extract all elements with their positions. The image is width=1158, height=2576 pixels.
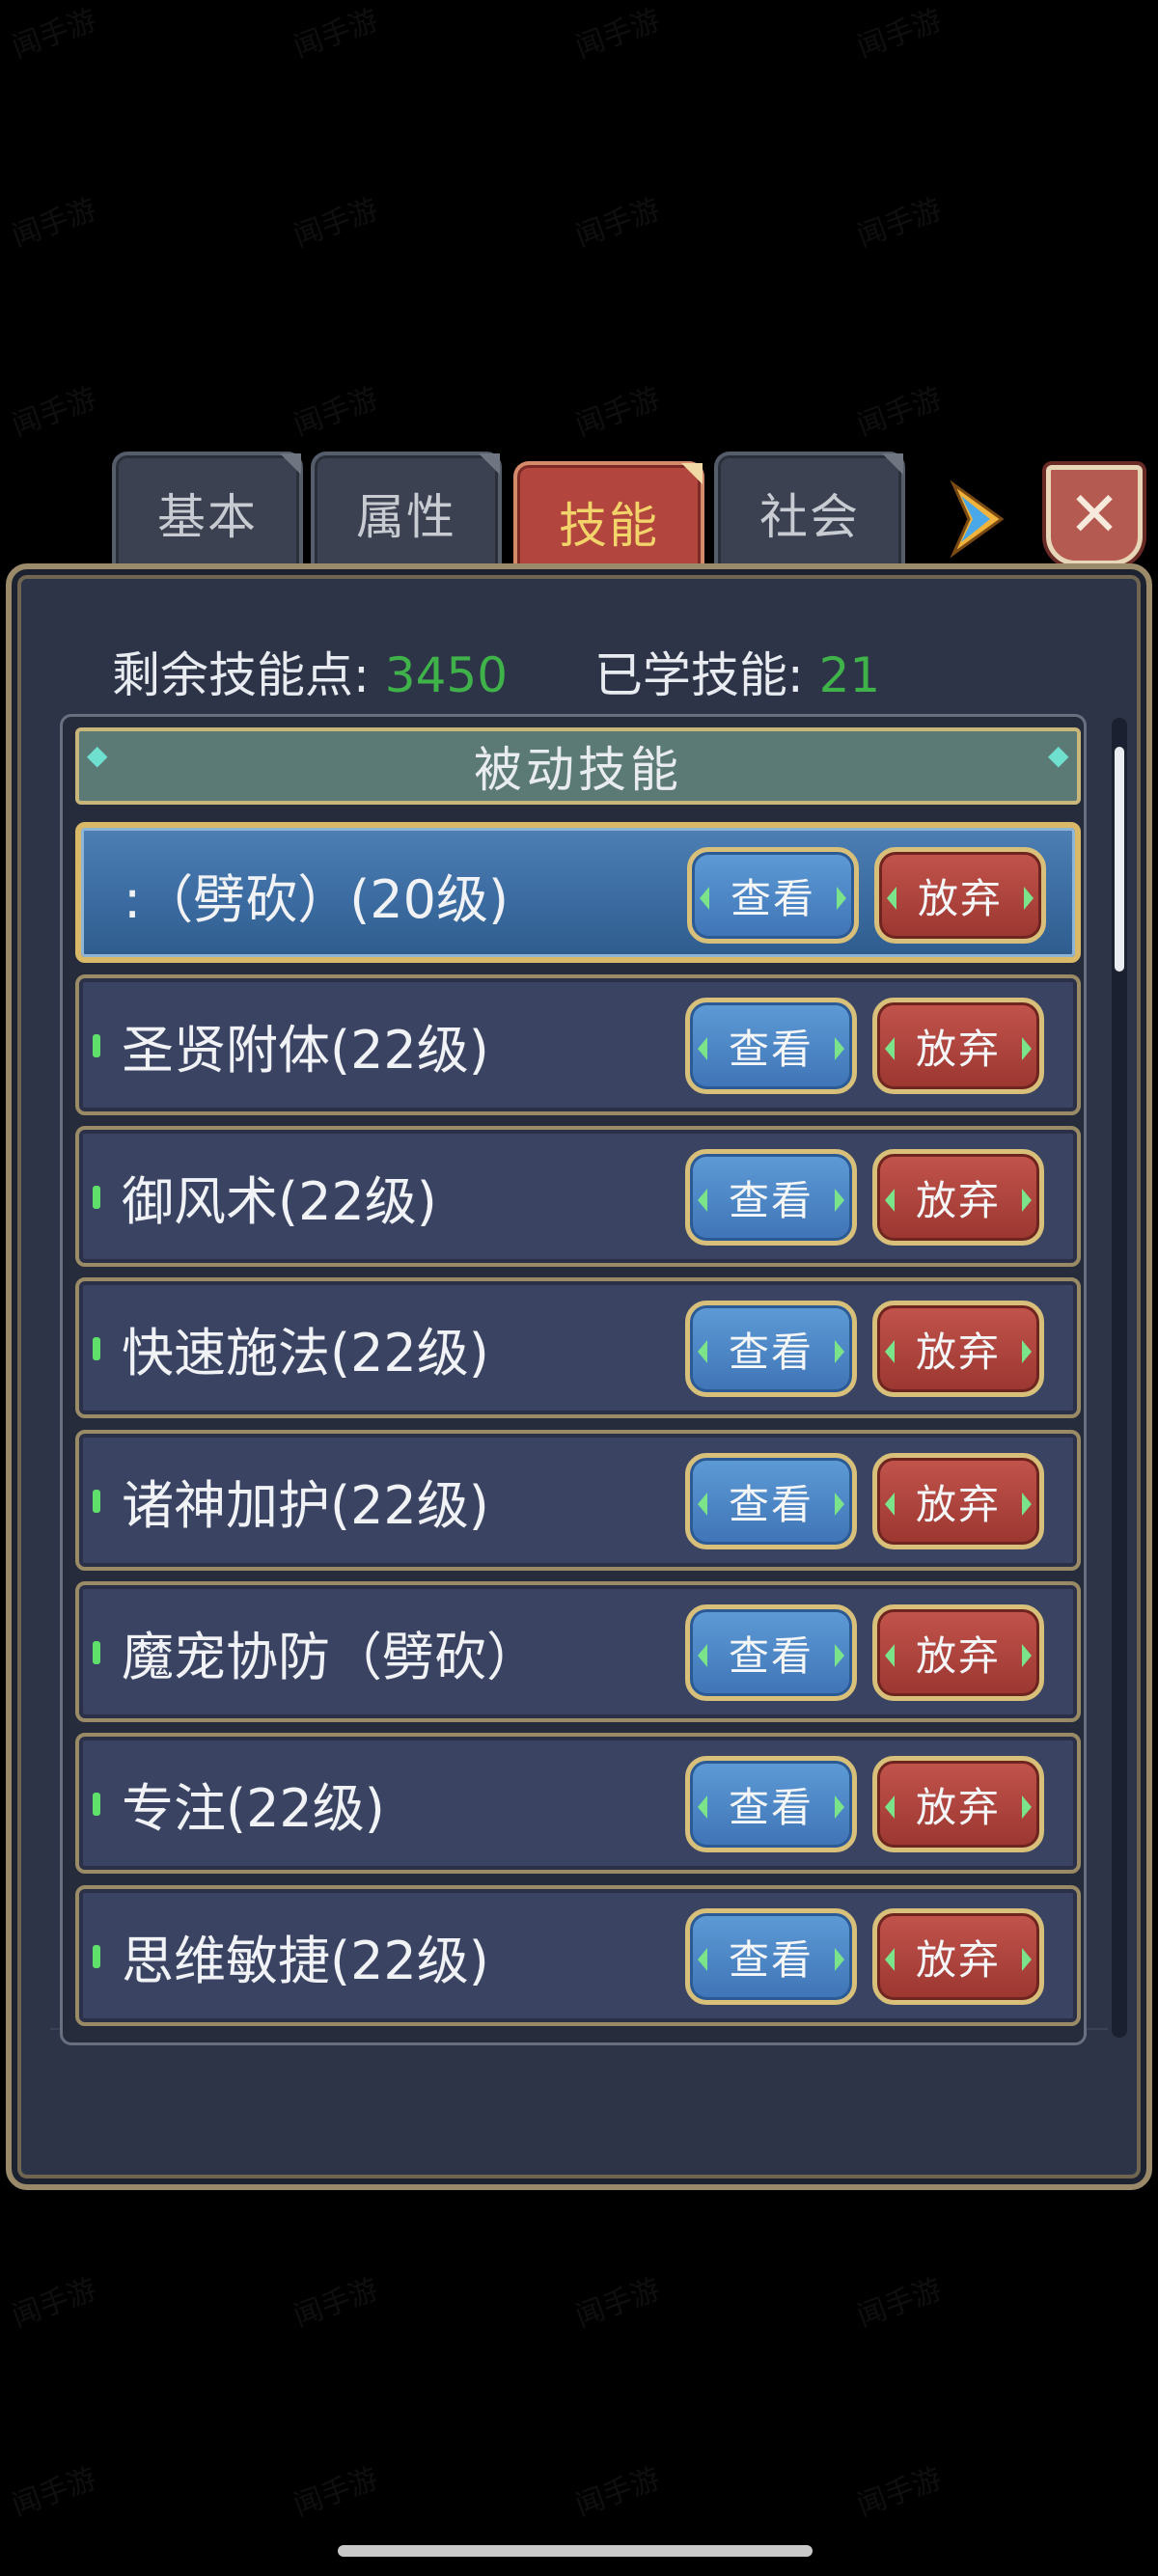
skill-row[interactable]: 快速施法(22级) 查看 放弃 (75, 1277, 1081, 1418)
view-button[interactable]: 查看 (685, 998, 857, 1094)
status-dot (93, 1337, 100, 1360)
tab-skills[interactable]: 技能 (513, 461, 704, 579)
watermark-text: 闻手游 (7, 2461, 101, 2524)
watermark-text: 闻手游 (570, 2272, 665, 2335)
skill-name: 圣贤附体(22级) (122, 1019, 489, 1081)
skill-name: 思维敏捷(22级) (122, 1930, 489, 1991)
ornament-icon: ◆ (87, 739, 112, 771)
skill-row[interactable]: :（劈砍）(20级) 查看 放弃 (75, 822, 1081, 963)
watermark-text: 闻手游 (852, 192, 947, 255)
close-button[interactable]: ✕ (1046, 465, 1143, 565)
watermark-text: 闻手游 (570, 381, 665, 444)
abandon-button-label: 放弃 (915, 1025, 1001, 1073)
skill-name: 专注(22级) (122, 1777, 385, 1839)
abandon-button[interactable]: 放弃 (872, 998, 1044, 1094)
watermark-text: 闻手游 (289, 3, 383, 66)
view-button[interactable]: 查看 (685, 1756, 857, 1852)
skill-name: 魔宠协防（劈砍） (122, 1626, 538, 1687)
view-button-label: 查看 (728, 1480, 813, 1528)
tab-attributes[interactable]: 属性 (311, 452, 502, 571)
view-button-label: 查看 (728, 1631, 813, 1680)
skill-name: 快速施法(22级) (122, 1322, 489, 1384)
watermark-text: 闻手游 (570, 2461, 665, 2524)
abandon-button-label: 放弃 (915, 1176, 1001, 1224)
arrow-right-icon[interactable] (948, 479, 1007, 560)
remaining-points-label: 剩余技能点: (112, 647, 370, 703)
watermark-text: 闻手游 (289, 2272, 383, 2335)
watermark-text: 闻手游 (852, 2461, 947, 2524)
watermark-text: 闻手游 (570, 3, 665, 66)
watermark-text: 闻手游 (289, 192, 383, 255)
view-button[interactable]: 查看 (685, 1453, 857, 1549)
skill-row[interactable]: 诸神加护(22级) 查看 放弃 (75, 1430, 1081, 1571)
view-button[interactable]: 查看 (685, 1908, 857, 2005)
view-button-label: 查看 (728, 1025, 813, 1073)
abandon-button-label: 放弃 (915, 1631, 1001, 1680)
skill-name: 诸神加护(22级) (122, 1474, 489, 1536)
skill-row[interactable]: 思维敏捷(22级) 查看 放弃 (75, 1885, 1081, 2026)
view-button-label: 查看 (728, 1328, 813, 1376)
skill-name: :（劈砍）(20级) (124, 868, 510, 930)
abandon-button-label: 放弃 (915, 1935, 1001, 1984)
abandon-button[interactable]: 放弃 (874, 847, 1046, 944)
skill-row[interactable]: 魔宠协防（劈砍） 查看 放弃 (75, 1581, 1081, 1722)
skill-row[interactable]: 专注(22级) 查看 放弃 (75, 1733, 1081, 1874)
skill-name: 御风术(22级) (122, 1170, 437, 1232)
close-icon: ✕ (1068, 480, 1120, 551)
abandon-button[interactable]: 放弃 (872, 1756, 1044, 1852)
remaining-points-value: 3450 (384, 647, 509, 703)
tab-social[interactable]: 社会 (714, 452, 905, 571)
watermark-text: 闻手游 (7, 381, 101, 444)
learned-skills-label: 已学技能: (593, 647, 804, 703)
abandon-button[interactable]: 放弃 (872, 1301, 1044, 1397)
skill-points-summary: 剩余技能点: 3450 已学技能: 21 (112, 637, 880, 706)
view-button-label: 查看 (728, 1176, 813, 1224)
home-indicator[interactable] (338, 2545, 813, 2557)
skill-row[interactable]: 圣贤附体(22级) 查看 放弃 (75, 974, 1081, 1115)
view-button[interactable]: 查看 (685, 1301, 857, 1397)
view-button[interactable]: 查看 (685, 1149, 857, 1246)
section-header-passive: ◆ 被动技能 ◆ (75, 727, 1081, 805)
status-dot (93, 1793, 100, 1816)
tab-basic[interactable]: 基本 (112, 452, 303, 571)
watermark-text: 闻手游 (852, 2272, 947, 2335)
abandon-button[interactable]: 放弃 (872, 1453, 1044, 1549)
tab-bar: 基本 属性 技能 社会 (112, 452, 980, 579)
status-dot (93, 1186, 100, 1209)
abandon-button[interactable]: 放弃 (872, 1149, 1044, 1246)
view-button-label: 查看 (728, 1935, 813, 1984)
abandon-button-label: 放弃 (915, 1480, 1001, 1528)
section-title: 被动技能 (474, 742, 682, 798)
watermark-text: 闻手游 (852, 3, 947, 66)
skill-row[interactable]: 御风术(22级) 查看 放弃 (75, 1126, 1081, 1267)
abandon-button-label: 放弃 (915, 1783, 1001, 1831)
scrollbar[interactable] (1112, 718, 1127, 2038)
watermark-text: 闻手游 (570, 192, 665, 255)
view-button[interactable]: 查看 (687, 847, 859, 944)
watermark-text: 闻手游 (289, 2461, 383, 2524)
watermark-text: 闻手游 (7, 192, 101, 255)
abandon-button[interactable]: 放弃 (872, 1604, 1044, 1701)
watermark-text: 闻手游 (852, 381, 947, 444)
abandon-button-label: 放弃 (917, 874, 1003, 922)
status-dot (93, 1490, 100, 1513)
view-button-label: 查看 (728, 1783, 813, 1831)
ornament-icon: ◆ (1048, 739, 1073, 771)
scrollbar-thumb[interactable] (1115, 747, 1124, 972)
watermark-text: 闻手游 (7, 2272, 101, 2335)
status-dot (93, 1945, 100, 1968)
status-dot (93, 1641, 100, 1664)
watermark-text: 闻手游 (7, 3, 101, 66)
learned-skills-value: 21 (818, 647, 881, 703)
watermark-text: 闻手游 (289, 381, 383, 444)
status-dot (93, 1034, 100, 1057)
view-button[interactable]: 查看 (685, 1604, 857, 1701)
view-button-label: 查看 (730, 874, 815, 922)
abandon-button-label: 放弃 (915, 1328, 1001, 1376)
abandon-button[interactable]: 放弃 (872, 1908, 1044, 2005)
panel-ornament (50, 2028, 1108, 2146)
